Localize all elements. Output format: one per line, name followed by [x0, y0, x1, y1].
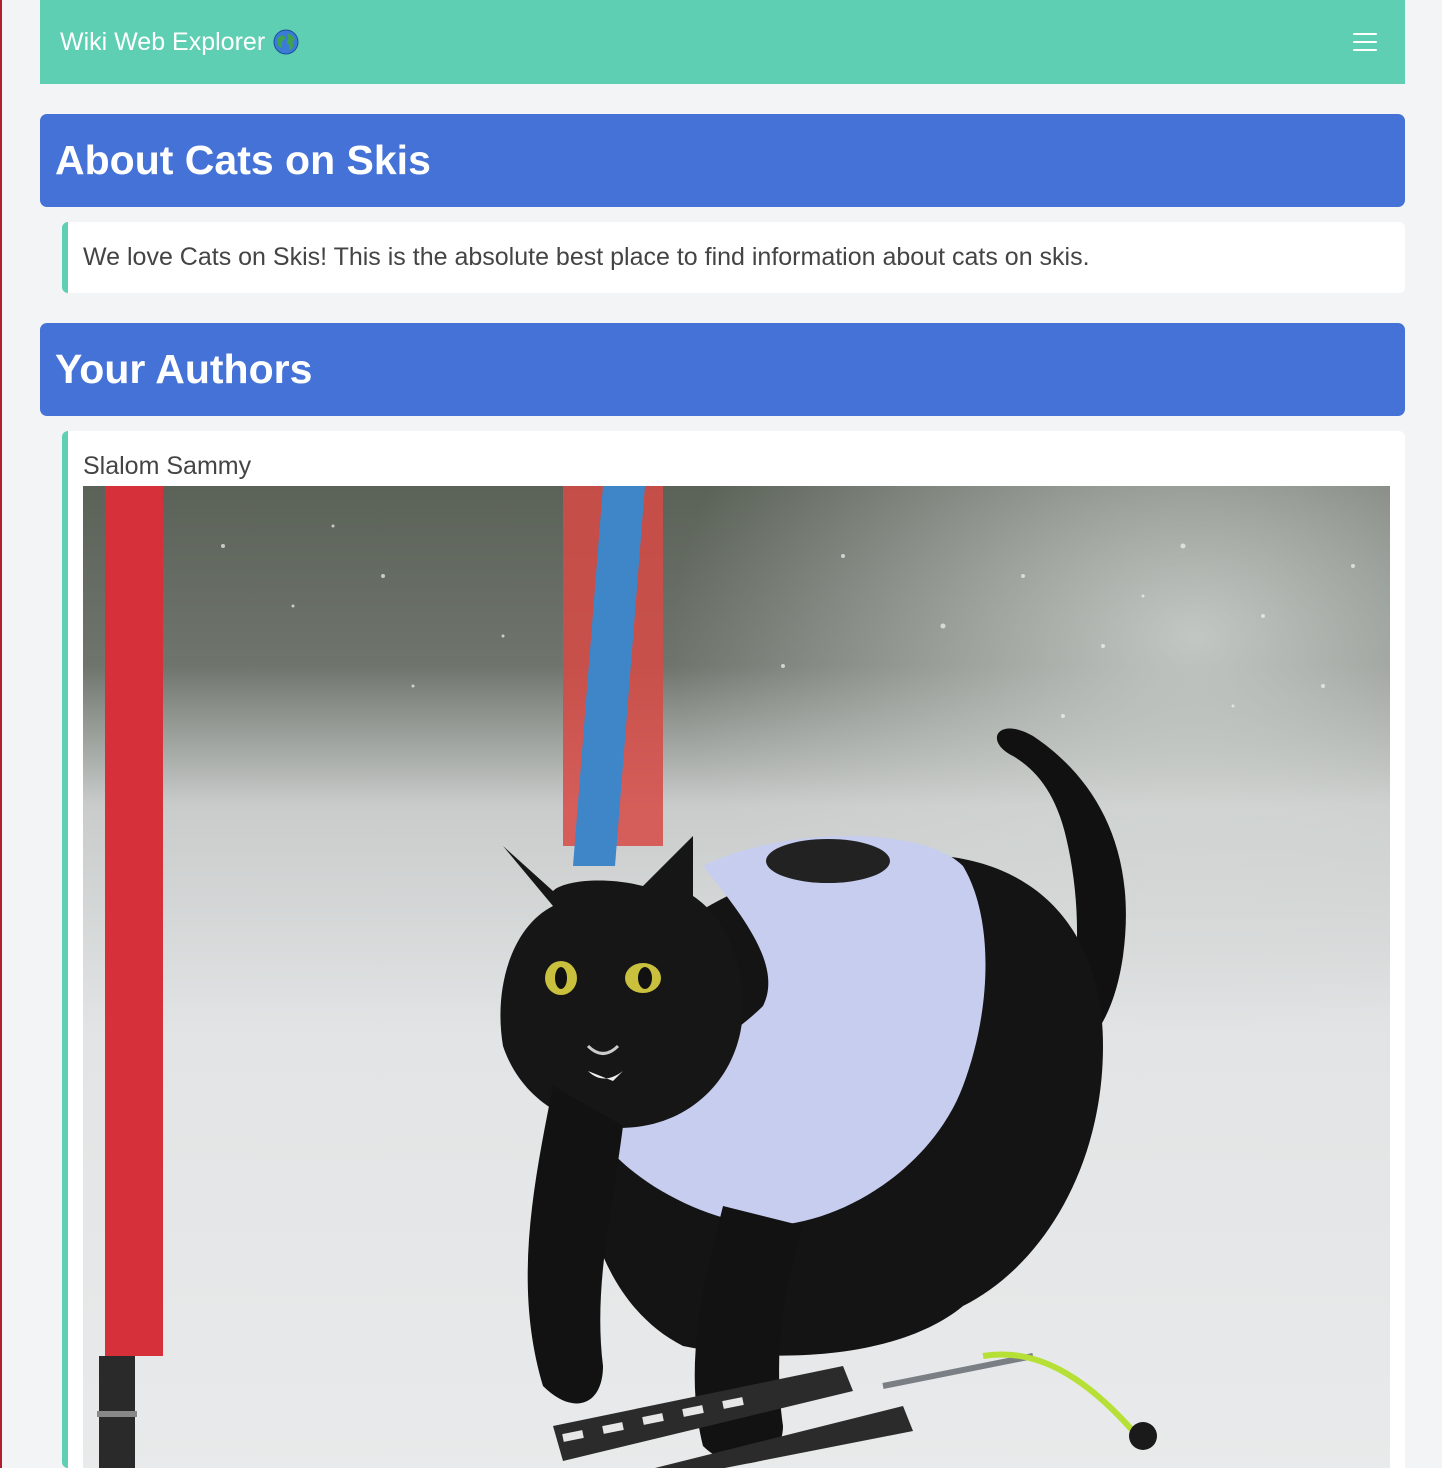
menu-line	[1353, 33, 1377, 35]
about-text: We love Cats on Skis! This is the absolu…	[83, 243, 1090, 271]
about-heading: About Cats on Skis	[55, 137, 431, 183]
top-navbar: Wiki Web Explorer	[40, 0, 1405, 84]
about-section-header: About Cats on Skis	[40, 114, 1405, 207]
author-name: Slalom Sammy	[83, 452, 252, 480]
authors-heading: Your Authors	[55, 346, 313, 392]
about-card: We love Cats on Skis! This is the absolu…	[62, 222, 1405, 293]
hamburger-menu-icon[interactable]	[1345, 22, 1385, 62]
brand-title: Wiki Web Explorer	[60, 27, 266, 56]
brand-link[interactable]: Wiki Web Explorer	[60, 28, 299, 57]
globe-icon	[273, 29, 299, 55]
menu-line	[1353, 41, 1377, 43]
author-card: Slalom Sammy	[62, 431, 1405, 1468]
menu-line	[1353, 49, 1377, 51]
window-edge	[0, 0, 2, 1468]
authors-section-header: Your Authors	[40, 323, 1405, 416]
cat-skiing-photo	[83, 486, 1390, 1468]
